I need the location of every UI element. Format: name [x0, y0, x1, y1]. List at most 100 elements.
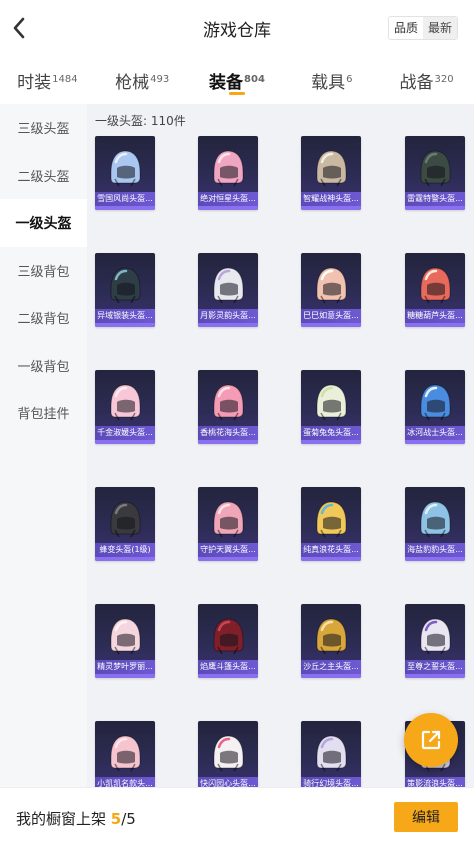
helmet-item-card[interactable]: 智耀战神头盔... [301, 136, 361, 210]
helmet-icon [420, 384, 451, 421]
helmet-item-card[interactable]: 雪国风尚头盔... [95, 136, 155, 210]
tab-label: 载具 [311, 73, 346, 93]
sidebar-item-level2-helmet[interactable]: 二级头盔 [0, 152, 87, 200]
rarity-stripe [198, 323, 258, 327]
helmet-item-card[interactable]: 异域银装头盔... [95, 253, 155, 327]
helmet-item-name: 小凯凯名款头... [95, 777, 155, 787]
helmet-item-card[interactable]: 糖糖葫芦头盔... [405, 253, 465, 327]
helmet-item-card[interactable]: 小凯凯名款头... [95, 721, 155, 787]
tab-vehicles[interactable]: 载具6 [284, 56, 379, 104]
helmet-icon [213, 501, 244, 538]
showcase-text: 我的橱窗上架 [16, 810, 111, 828]
helmet-item-card[interactable]: 焰鹰斗篷头盔... [198, 604, 258, 678]
helmet-icon [420, 618, 451, 655]
sidebar-item-level2-backpack[interactable]: 二级背包 [0, 294, 87, 342]
helmet-item-name: 策影流浪头盔... [405, 777, 465, 787]
showcase-total-count: /5 [121, 810, 136, 828]
helmet-icon [316, 501, 347, 538]
helmet-item-card[interactable]: 蛋菊兔兔头盔... [301, 370, 361, 444]
helmet-icon [316, 618, 347, 655]
share-button[interactable] [404, 713, 458, 767]
helmet-item-name: 千金淑媛头盔... [95, 426, 155, 440]
tab-count: 493 [150, 74, 170, 85]
helmet-icon [110, 501, 141, 538]
tab-firearms[interactable]: 枪械493 [95, 56, 190, 104]
helmet-item-card[interactable]: 至尊之誓头盔... [405, 604, 465, 678]
helmet-icon [213, 267, 244, 304]
rarity-stripe [405, 440, 465, 444]
helmet-item-card[interactable]: 守护天翼头盔... [198, 487, 258, 561]
helmet-icon [110, 267, 141, 304]
helmet-item-name: 快闪园心头盔... [198, 777, 258, 787]
rarity-stripe [405, 557, 465, 561]
tab-label: 枪械 [115, 73, 150, 93]
helmet-item-card[interactable]: 沙丘之主头盔... [301, 604, 361, 678]
helmet-item-card[interactable]: 精灵梦叶罗丽... [95, 604, 155, 678]
tab-equipment[interactable]: 装备804 [190, 56, 285, 104]
tab-count: 804 [244, 74, 265, 85]
edit-button[interactable]: 编辑 [394, 802, 458, 832]
tab-fashion[interactable]: 时装1484 [0, 56, 95, 104]
helmet-icon [316, 267, 347, 304]
helmet-item-card[interactable]: 纯真浪花头盔... [301, 487, 361, 561]
item-count-label: 一级头盔: 110件 [95, 114, 186, 128]
tab-count: 6 [346, 74, 353, 85]
tab-count: 320 [434, 74, 454, 85]
helmet-item-name: 海盐豹豹头盔... [405, 543, 465, 557]
helmet-icon [110, 618, 141, 655]
sidebar-item-level3-helmet[interactable]: 三级头盔 [0, 104, 87, 152]
helmet-icon [316, 150, 347, 187]
sort-quality-button[interactable]: 品质 [388, 17, 423, 39]
helmet-item-card[interactable]: 绝对恒星头盔... [198, 136, 258, 210]
helmet-item-card[interactable]: 骑行幻境头盔... [301, 721, 361, 787]
rarity-stripe [405, 323, 465, 327]
helmet-icon [420, 267, 451, 304]
helmet-item-card[interactable]: 快闪园心头盔... [198, 721, 258, 787]
helmet-item-card[interactable]: 巳巳如意头盔... [301, 253, 361, 327]
helmet-item-name: 焰鹰斗篷头盔... [198, 660, 258, 674]
rarity-stripe [301, 206, 361, 210]
sidebar-item-level3-backpack[interactable]: 三级背包 [0, 247, 87, 295]
rarity-stripe [95, 557, 155, 561]
helmet-item-card[interactable]: 雷霆特警头盔... [405, 136, 465, 210]
helmet-icon [110, 150, 141, 187]
rarity-stripe [95, 323, 155, 327]
helmet-item-card[interactable]: 月影灵韵头盔... [198, 253, 258, 327]
showcase-footer: 我的橱窗上架 5/5 编辑 [0, 787, 474, 843]
helmet-item-name: 精灵梦叶罗丽... [95, 660, 155, 674]
rarity-stripe [198, 557, 258, 561]
helmet-item-name: 纯真浪花头盔... [301, 543, 361, 557]
rarity-stripe [301, 440, 361, 444]
helmet-icon [110, 735, 141, 772]
helmet-item-card[interactable]: 千金淑媛头盔... [95, 370, 155, 444]
helmet-item-name: 异域银装头盔... [95, 309, 155, 323]
helmet-item-card[interactable]: 海盐豹豹头盔... [405, 487, 465, 561]
helmet-icon [316, 735, 347, 772]
helmet-icon [213, 735, 244, 772]
sidebar-item-level1-helmet[interactable]: 一级头盔 [0, 199, 87, 247]
helmet-item-card[interactable]: 蜂变头盔(1级) [95, 487, 155, 561]
helmet-item-name: 冰河战士头盔... [405, 426, 465, 440]
tab-supplies[interactable]: 战备320 [379, 56, 474, 104]
rarity-stripe [301, 557, 361, 561]
helmet-item-card[interactable]: 香桃花海头盔... [198, 370, 258, 444]
item-grid-panel: 一级头盔: 110件 雪国风尚头盔... 绝对恒星头盔... 智耀战神头盔... 雷霆… [87, 104, 474, 787]
showcase-current-count: 5 [110, 810, 122, 828]
tab-label: 时装 [17, 73, 52, 93]
helmet-item-name: 蛋菊兔兔头盔... [301, 426, 361, 440]
rarity-stripe [301, 323, 361, 327]
helmet-item-name: 绝对恒星头盔... [198, 192, 258, 206]
tab-label: 战备 [399, 73, 434, 93]
sidebar-item-level1-backpack[interactable]: 一级背包 [0, 342, 87, 390]
helmet-item-name: 至尊之誓头盔... [405, 660, 465, 674]
helmet-item-name: 月影灵韵头盔... [198, 309, 258, 323]
category-tabs: 时装1484 枪械493 装备804 载具6 战备320 [0, 56, 474, 104]
helmet-icon [213, 384, 244, 421]
helmet-item-name: 沙丘之主头盔... [301, 660, 361, 674]
sort-latest-button[interactable]: 最新 [422, 17, 457, 39]
sidebar-item-backpack-charm[interactable]: 背包挂件 [0, 389, 87, 437]
helmet-icon [213, 618, 244, 655]
helmet-item-card[interactable]: 冰河战士头盔... [405, 370, 465, 444]
tab-label: 装备 [209, 73, 244, 93]
rarity-stripe [198, 440, 258, 444]
